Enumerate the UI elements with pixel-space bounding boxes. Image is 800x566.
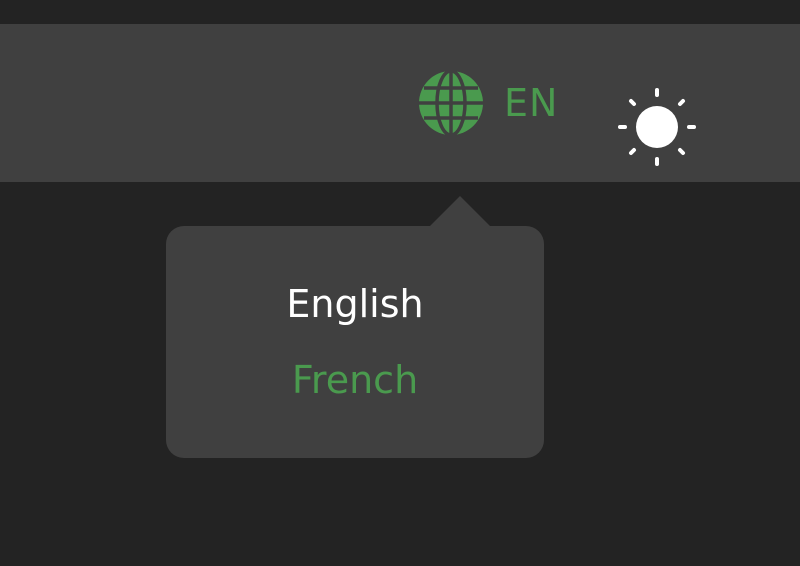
theme-toggle-button[interactable] [618, 88, 696, 166]
language-dropdown-menu: English French [166, 196, 544, 458]
page: EN English French [0, 0, 800, 566]
sun-icon [618, 88, 696, 166]
language-option-french[interactable]: French [166, 358, 544, 402]
language-toggle-button[interactable]: EN [418, 70, 558, 136]
language-option-english[interactable]: English [166, 282, 544, 326]
globe-icon [419, 70, 483, 136]
top-header-bar: EN [0, 24, 800, 182]
language-code-label: EN [504, 81, 559, 125]
dropdown-pointer-arrow [429, 196, 491, 227]
